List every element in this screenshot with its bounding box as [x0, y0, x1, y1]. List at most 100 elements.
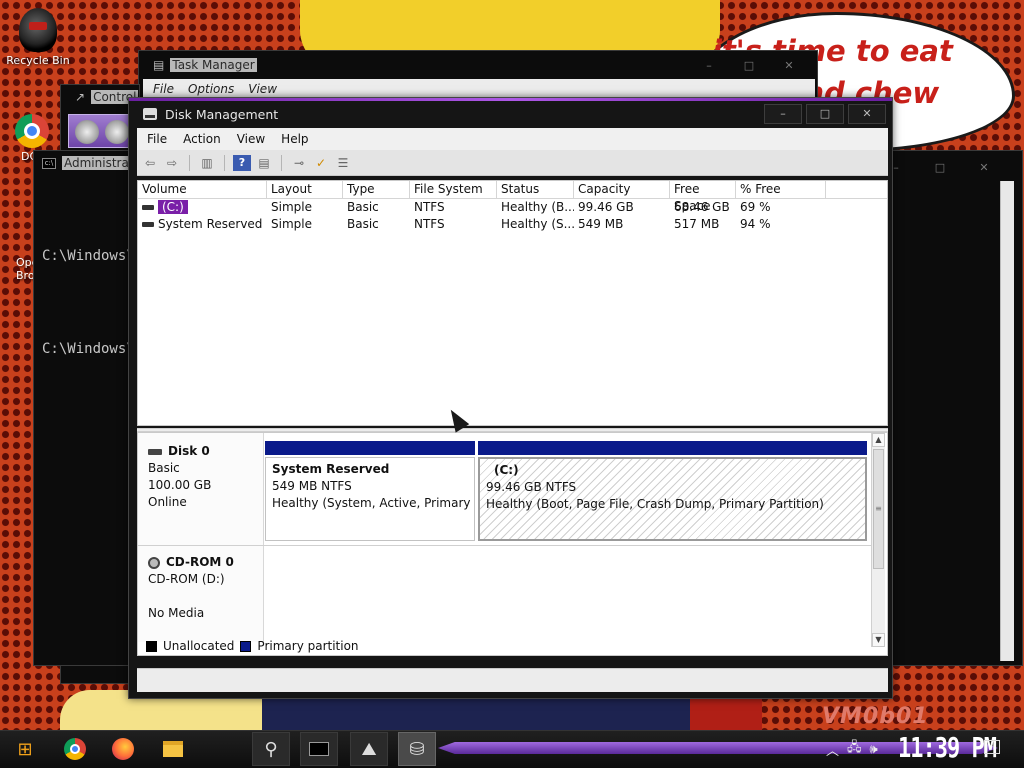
task-manager-menubar: File Options View [143, 79, 815, 99]
column-header-percent-free[interactable]: % Free [736, 181, 826, 199]
minimize-button[interactable]: – [764, 104, 802, 124]
command-prompt-icon: c:\ [42, 157, 56, 169]
scroll-down-icon[interactable]: ▼ [872, 633, 885, 647]
menu-options[interactable]: Options [188, 82, 234, 96]
legend-label-unallocated: Unallocated [163, 639, 235, 653]
volume-list[interactable]: Volume Layout Type File System Status Ca… [137, 180, 888, 426]
scroll-up-icon[interactable]: ▲ [872, 433, 885, 447]
maximize-button[interactable]: □ [922, 159, 958, 177]
minimize-button[interactable]: – [691, 57, 727, 75]
menu-file[interactable]: File [153, 82, 174, 96]
graphical-view-scrollbar[interactable]: ▲ ≡ ▼ [871, 433, 885, 647]
file-explorer-icon[interactable] [154, 732, 192, 766]
disk-name: CD-ROM 0 [166, 555, 234, 569]
column-header-type[interactable]: Type [343, 181, 410, 199]
close-button[interactable]: ✕ [771, 57, 807, 75]
command-prompt-titlebar[interactable]: c:\ Administra [42, 156, 131, 170]
control-panel-icon: ↗ [75, 90, 86, 104]
disk-type: CD-ROM (D:) [148, 572, 225, 586]
task-manager-task-icon[interactable]: ⛰ [350, 732, 388, 766]
command-prompt-output[interactable]: C:\Windows\ C:\Windows\ [42, 179, 135, 427]
disk-management-titlebar[interactable]: Disk Management [143, 104, 278, 124]
disk-graphical-view[interactable]: Disk 0 Basic 100.00 GB Online System Res… [137, 432, 888, 656]
maximize-button[interactable]: □ [731, 57, 767, 75]
legend-swatch-unallocated [146, 640, 157, 652]
cell-volume: (C:) [138, 199, 267, 216]
task-manager-icon: ▤ [153, 58, 165, 72]
close-button[interactable]: ✕ [966, 159, 1002, 177]
toolbar-separator [224, 154, 225, 171]
window-accent-bar [129, 98, 892, 101]
show-hide-console-tree-icon[interactable]: ▥ [198, 155, 216, 171]
console-line: C:\Windows\ [42, 248, 135, 264]
firefox-icon[interactable] [104, 732, 142, 766]
scroll-thumb[interactable]: ≡ [873, 449, 884, 569]
properties-icon[interactable]: ☰ [334, 155, 352, 171]
partition-name: (C:) [494, 463, 519, 477]
legend-swatch-primary [240, 640, 252, 652]
cell-layout: Simple [271, 200, 312, 214]
connect-disk-icon[interactable]: ⊸ [290, 155, 308, 171]
show-hidden-icons-icon[interactable]: ︿ [826, 740, 839, 759]
disk-0-name-row: Disk 0 [148, 443, 263, 460]
hard-disk-icon [148, 448, 162, 455]
table-row[interactable]: System Reserved Simple Basic NTFS Health… [138, 216, 887, 233]
menu-action[interactable]: Action [183, 132, 221, 146]
disk-state: Online [148, 495, 187, 509]
forward-icon[interactable]: ⇨ [163, 155, 181, 171]
column-header-file-system[interactable]: File System [410, 181, 497, 199]
column-header-status[interactable]: Status [497, 181, 574, 199]
disc-icon [75, 120, 99, 144]
taskbar-chrome-icon[interactable] [56, 732, 94, 766]
notifications-icon[interactable] [984, 740, 1000, 754]
network-icon[interactable]: 🖧 [847, 738, 862, 760]
cell-free-space: 517 MB [674, 217, 720, 231]
table-row[interactable]: (C:) Simple Basic NTFS Healthy (B... 99.… [138, 199, 887, 216]
console-line: C:\Windows\ [42, 341, 135, 357]
disk-drive-task-icon[interactable]: ⛁ [398, 732, 436, 766]
cell-volume: System Reserved [138, 216, 267, 233]
command-prompt-task-icon[interactable] [300, 732, 338, 766]
taskbar-clock[interactable]: 11:39 PM [898, 733, 997, 764]
wallpaper-signature: VM0b01 [822, 704, 929, 729]
menu-view[interactable]: View [248, 82, 277, 96]
column-header-free-space[interactable]: Free Space [670, 181, 736, 213]
cdrom-0-label[interactable]: CD-ROM 0 CD-ROM (D:) No Media [138, 546, 264, 642]
system-tray: ︿ 🖧 🕪 [826, 738, 878, 760]
partition-bar-c [478, 441, 867, 455]
menu-view[interactable]: View [237, 132, 265, 146]
partition-c[interactable]: (C:) 99.46 GB NTFS Healthy (Boot, Page F… [478, 457, 867, 541]
help-icon[interactable]: ? [233, 154, 251, 171]
show-hide-action-pane-icon[interactable]: ▤ [255, 155, 273, 171]
cell-layout: Simple [271, 217, 312, 231]
cd-rom-icon [148, 556, 160, 569]
column-header-layout[interactable]: Layout [267, 181, 343, 199]
disk-management-window[interactable]: Disk Management – □ ✕ File Action View H… [128, 97, 893, 699]
disk-management-task-icon[interactable]: ⚲ [252, 732, 290, 766]
legend: Unallocated Primary partition [146, 639, 359, 653]
command-prompt-title: Administra [62, 156, 131, 170]
menu-help[interactable]: Help [281, 132, 308, 146]
cdrom-0-name-row: CD-ROM 0 [148, 554, 263, 571]
desktop-icon-recycle-bin[interactable]: Recycle Bin [3, 8, 73, 67]
maximize-button[interactable]: □ [806, 104, 844, 124]
command-prompt-scrollbar[interactable] [1000, 181, 1014, 661]
partition-status: Healthy (Boot, Page File, Crash Dump, Pr… [486, 497, 824, 511]
toolbar: ⇦ ⇨ ▥ ? ▤ ⊸ ✓ ☰ [137, 150, 888, 176]
close-button[interactable]: ✕ [848, 104, 886, 124]
disc-icon [105, 120, 129, 144]
cell-file-system: NTFS [414, 217, 445, 231]
volume-icon [142, 222, 154, 227]
disk-0-label[interactable]: Disk 0 Basic 100.00 GB Online [138, 433, 264, 545]
menu-file[interactable]: File [147, 132, 167, 146]
column-header-volume[interactable]: Volume [138, 181, 267, 199]
volume-icon[interactable]: 🕪 [870, 742, 878, 757]
toolbar-separator [189, 154, 190, 171]
task-manager-caption-buttons: – □ ✕ [691, 57, 807, 75]
toolbar-separator [281, 154, 282, 171]
column-header-capacity[interactable]: Capacity [574, 181, 670, 199]
start-icon[interactable]: ⊞ [6, 732, 44, 766]
partition-system-reserved[interactable]: System Reserved 549 MB NTFS Healthy (Sys… [265, 457, 475, 541]
check-icon[interactable]: ✓ [312, 155, 330, 171]
back-icon[interactable]: ⇦ [141, 155, 159, 171]
